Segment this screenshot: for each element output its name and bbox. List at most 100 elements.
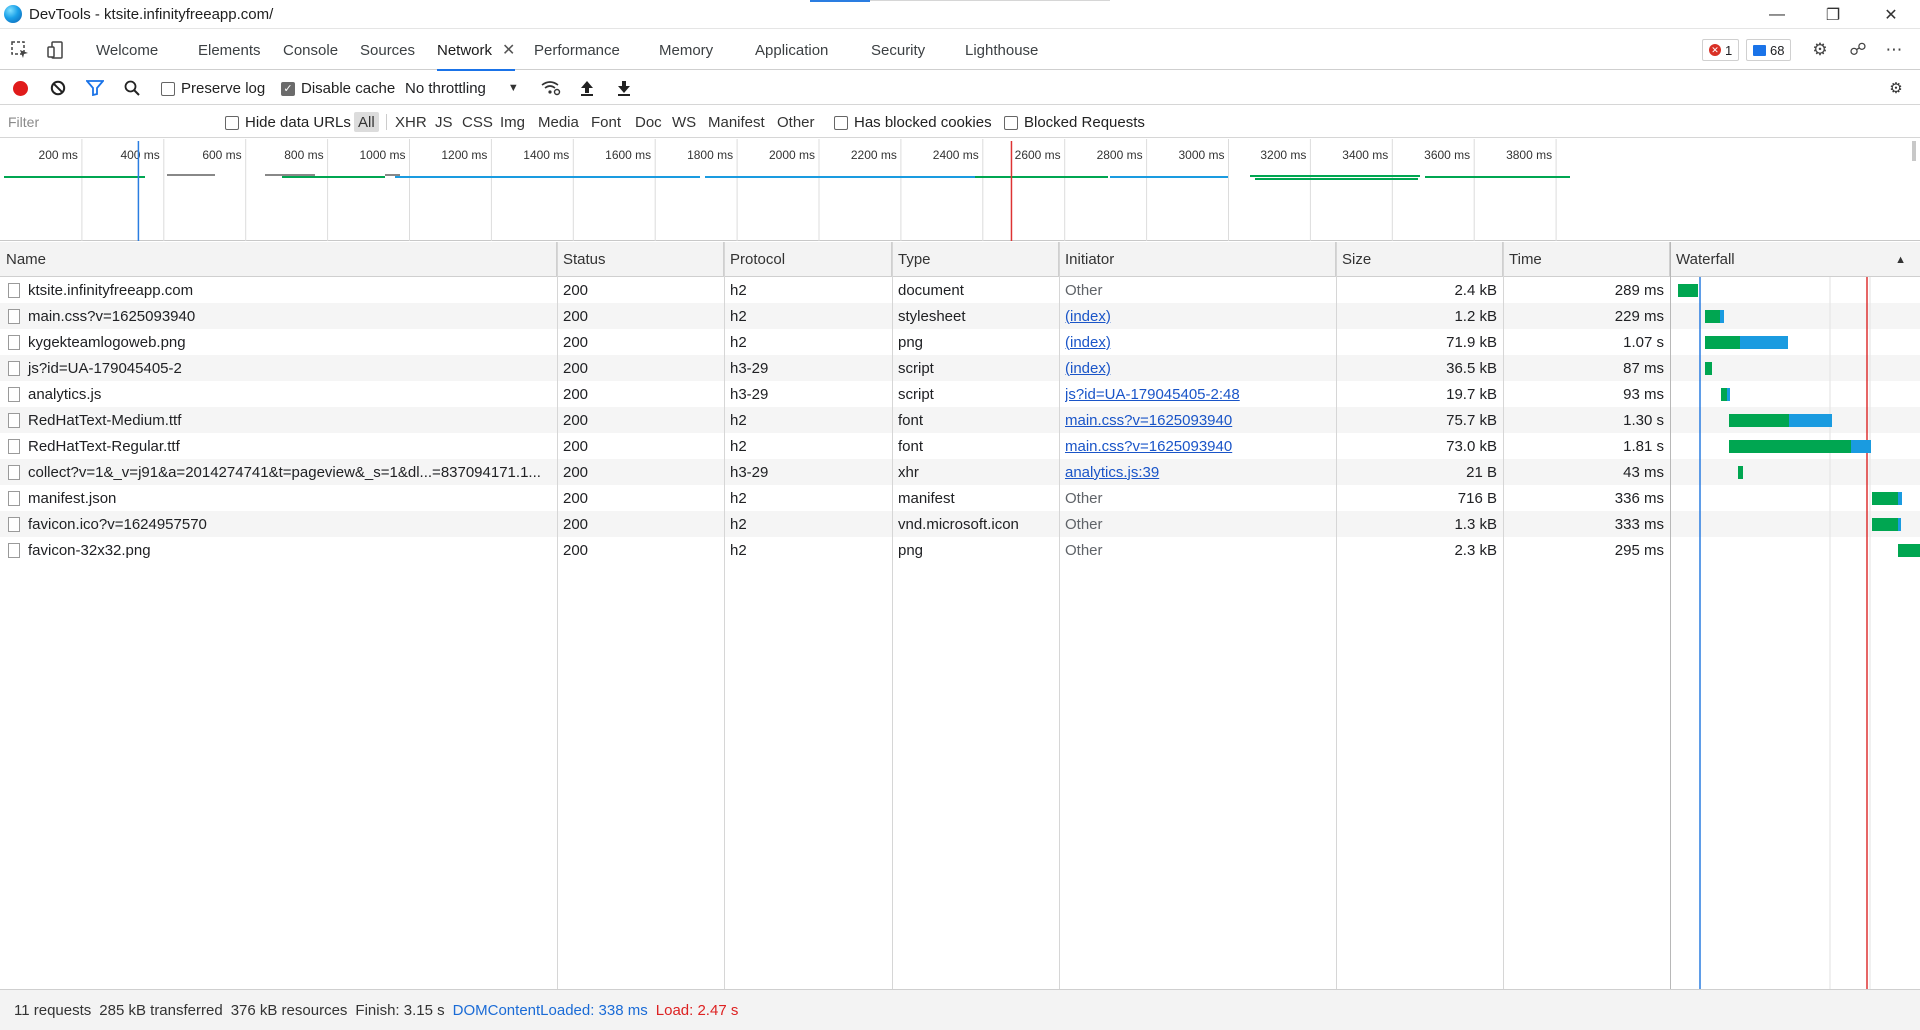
initiator-cell[interactable]: analytics.js:39 [1065, 459, 1330, 485]
filter-type-media[interactable]: Media [534, 112, 583, 132]
filter-input[interactable] [0, 110, 210, 134]
column-divider[interactable] [1503, 242, 1504, 989]
initiator-cell[interactable]: main.css?v=1625093940 [1065, 407, 1330, 433]
column-header-type[interactable]: Type [892, 242, 1059, 277]
initiator-cell[interactable]: main.css?v=1625093940 [1065, 433, 1330, 459]
tab-application[interactable]: Application [755, 30, 828, 70]
column-header-size[interactable]: Size [1336, 242, 1503, 277]
table-row[interactable]: main.css?v=1625093940 200 h2 stylesheet (ind… [0, 303, 1920, 329]
request-name-cell[interactable]: js?id=UA-179045405-2 [8, 355, 548, 381]
initiator-cell[interactable]: (index) [1065, 329, 1330, 355]
tab-memory[interactable]: Memory [659, 30, 713, 70]
checkbox-box: ✓ [281, 81, 295, 96]
initiator-cell[interactable]: (index) [1065, 355, 1330, 381]
table-row[interactable]: RedHatText-Regular.ttf 200 h2 font main.css?… [0, 433, 1920, 459]
filter-type-manifest[interactable]: Manifest [704, 112, 769, 132]
table-row[interactable]: kygekteamlogoweb.png 200 h2 png (index) 71.9 … [0, 329, 1920, 355]
column-divider[interactable] [724, 242, 725, 989]
settings-gear-icon[interactable]: ⚙ [1808, 38, 1832, 62]
column-divider[interactable] [1059, 242, 1060, 989]
column-header-name[interactable]: Name [0, 242, 557, 277]
column-label: Protocol [730, 251, 786, 268]
column-header-protocol[interactable]: Protocol [724, 242, 892, 277]
messages-badge[interactable]: 68 [1746, 39, 1792, 61]
type-cell: font [898, 437, 924, 455]
throttling-select[interactable]: No throttling ▼ [405, 78, 519, 98]
table-row[interactable]: js?id=UA-179045405-2 200 h3-29 script (index… [0, 355, 1920, 381]
table-row[interactable]: ktsite.infinityfreeapp.com 200 h2 document O… [0, 277, 1920, 303]
restore-button[interactable]: ❐ [1806, 0, 1860, 29]
column-divider[interactable] [892, 242, 893, 989]
close-window-button[interactable]: ✕ [1864, 0, 1918, 29]
overview-timeline[interactable]: 200 ms 400 ms 600 ms 800 ms 1000 ms 1200 ms 14… [0, 139, 1920, 241]
filter-separator [386, 114, 387, 130]
more-options-icon[interactable]: ⋯ [1882, 38, 1906, 62]
has-blocked-cookies-checkbox[interactable]: Has blocked cookies [834, 114, 992, 131]
request-name: favicon-32x32.png [28, 541, 151, 559]
filter-type-all[interactable]: All [354, 112, 379, 132]
filter-type-css[interactable]: CSS [458, 112, 497, 132]
request-name-cell[interactable]: ktsite.infinityfreeapp.com [8, 277, 548, 303]
column-header-time[interactable]: Time [1503, 242, 1670, 277]
request-name-cell[interactable]: RedHatText-Regular.ttf [8, 433, 548, 459]
search-button[interactable] [122, 78, 142, 98]
tab-security[interactable]: Security [871, 30, 925, 70]
filter-toggle-button[interactable] [85, 78, 105, 98]
blocked-requests-checkbox[interactable]: Blocked Requests [1004, 114, 1145, 131]
request-name-cell[interactable]: favicon.ico?v=1624957570 [8, 511, 548, 537]
table-row[interactable]: favicon.ico?v=1624957570 200 h2 vnd.microso… [0, 511, 1920, 537]
filter-type-xhr[interactable]: XHR [391, 112, 431, 132]
tab-welcome[interactable]: Welcome [96, 30, 158, 70]
column-divider[interactable] [1336, 242, 1337, 989]
initiator-cell[interactable]: js?id=UA-179045405-2:48 [1065, 381, 1330, 407]
disable-cache-checkbox[interactable]: ✓ Disable cache [281, 80, 395, 97]
tab-elements[interactable]: Elements [198, 30, 261, 70]
request-name-cell[interactable]: analytics.js [8, 381, 548, 407]
table-row[interactable]: favicon-32x32.png 200 h2 png Other 2.3 kB 295 … [0, 537, 1920, 563]
column-header-status[interactable]: Status [557, 242, 724, 277]
table-row[interactable]: analytics.js 200 h3-29 script js?id=UA-17904… [0, 381, 1920, 407]
network-settings-button[interactable]: ⚙ [1886, 78, 1906, 98]
initiator-cell: Other [1065, 515, 1103, 533]
network-conditions-button[interactable] [541, 78, 561, 98]
column-divider[interactable] [557, 242, 558, 989]
table-row[interactable]: collect?v=1&_v=j91&a=2014274741&t=pagevi… [0, 459, 1920, 485]
request-name-cell[interactable]: kygekteamlogoweb.png [8, 329, 548, 355]
column-header-waterfall[interactable]: Waterfall ▲ [1670, 242, 1920, 277]
tab-lighthouse[interactable]: Lighthouse [965, 30, 1038, 70]
record-button[interactable] [10, 78, 30, 98]
request-name-cell[interactable]: RedHatText-Medium.ttf [8, 407, 548, 433]
tab-network[interactable]: Network ✕ [437, 30, 516, 71]
initiator-cell: Other [1065, 489, 1103, 507]
close-tab-icon[interactable]: ✕ [502, 40, 515, 60]
request-name-cell[interactable]: collect?v=1&_v=j91&a=2014274741&t=pagevi… [8, 459, 548, 485]
tab-sources[interactable]: Sources [360, 30, 415, 70]
size-cell: 36.5 kB [1446, 359, 1497, 377]
filter-type-js[interactable]: JS [431, 112, 457, 132]
hide-data-urls-checkbox[interactable]: Hide data URLs [225, 114, 351, 131]
connect-devices-icon[interactable]: ☍ [1846, 38, 1870, 62]
clear-button[interactable] [48, 78, 68, 98]
inspect-element-icon[interactable] [8, 38, 32, 62]
request-name-cell[interactable]: favicon-32x32.png [8, 537, 548, 563]
export-har-button[interactable] [614, 78, 634, 98]
filter-type-font[interactable]: Font [587, 112, 625, 132]
preserve-log-checkbox[interactable]: Preserve log [161, 80, 265, 97]
import-har-button[interactable] [577, 78, 597, 98]
filter-type-other[interactable]: Other [773, 112, 819, 132]
device-toolbar-icon[interactable] [44, 38, 68, 62]
table-row[interactable]: manifest.json 200 h2 manifest Other 716 B 336 … [0, 485, 1920, 511]
table-row[interactable]: RedHatText-Medium.ttf 200 h2 font main.css?v… [0, 407, 1920, 433]
filter-type-img[interactable]: Img [496, 112, 529, 132]
column-header-initiator[interactable]: Initiator [1059, 242, 1336, 277]
tab-console[interactable]: Console [283, 30, 338, 70]
request-name-cell[interactable]: manifest.json [8, 485, 548, 511]
initiator-cell[interactable]: (index) [1065, 303, 1330, 329]
request-name-cell[interactable]: main.css?v=1625093940 [8, 303, 548, 329]
minimize-button[interactable]: — [1750, 0, 1804, 29]
filter-type-doc[interactable]: Doc [631, 112, 666, 132]
filter-type-ws[interactable]: WS [668, 112, 700, 132]
overview-tick-label: 200 ms [39, 148, 78, 162]
tab-performance[interactable]: Performance [534, 30, 620, 70]
errors-badge[interactable]: ✕ 1 [1702, 39, 1740, 61]
